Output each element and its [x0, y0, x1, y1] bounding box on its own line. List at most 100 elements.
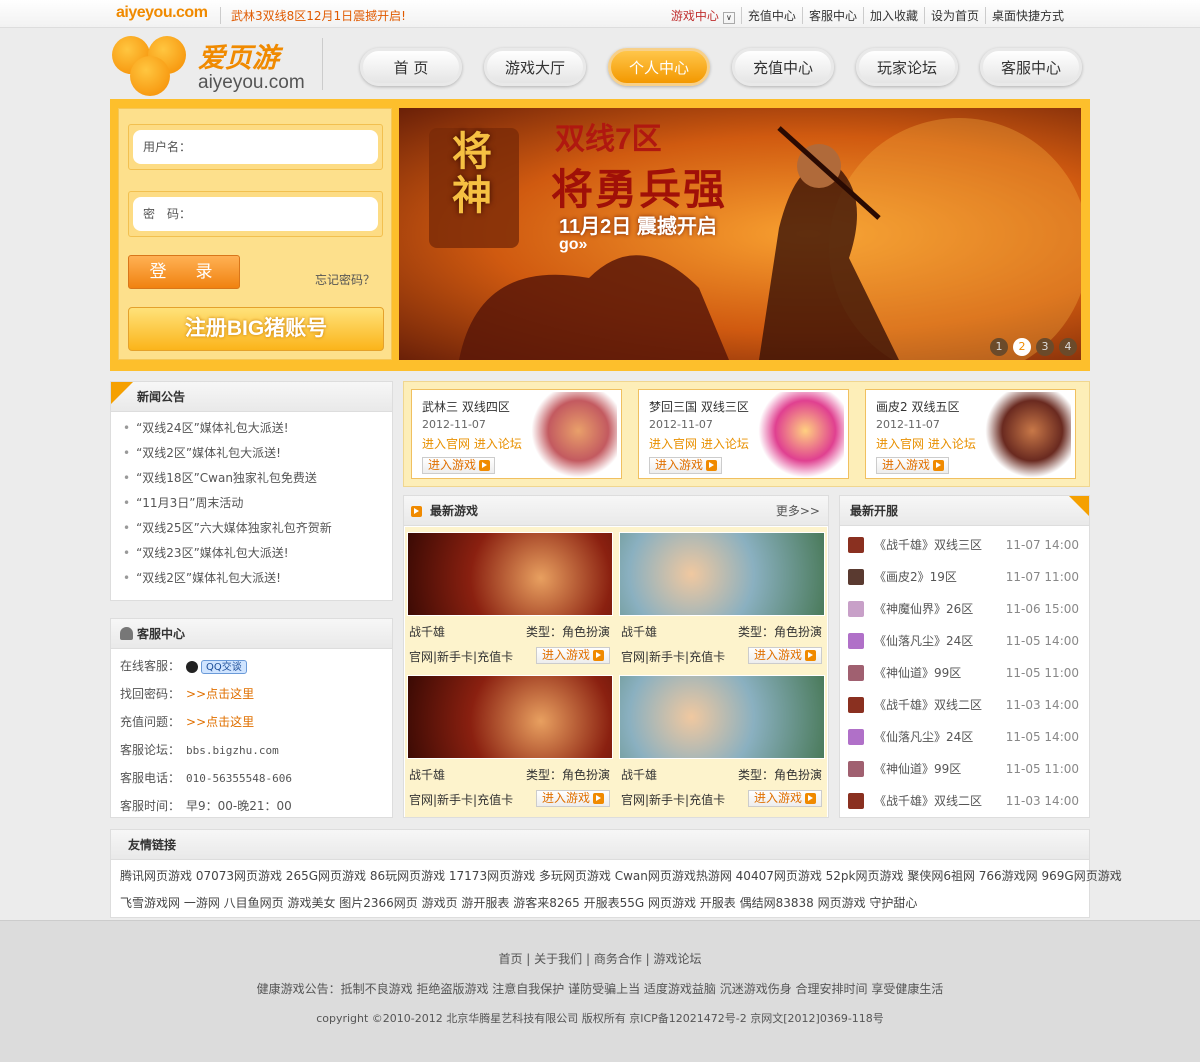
forum-url[interactable]: bbs.bigzhu.com: [186, 744, 279, 757]
login-button[interactable]: 登 录: [128, 255, 240, 289]
banner-line3: 11月2日 震撼开启: [559, 216, 717, 238]
friend-links-title: 友情链接: [128, 838, 177, 852]
user-icon: [120, 627, 133, 640]
game-thumbnail[interactable]: [407, 532, 613, 616]
enter-game-button[interactable]: 进入游戏: [876, 457, 949, 474]
nav-home[interactable]: 首 页: [360, 48, 462, 86]
news-item[interactable]: “双线25区”六大媒体独家礼包齐贺新: [111, 516, 392, 541]
enter-game-button[interactable]: 进入游戏: [422, 457, 495, 474]
news-panel: 新闻公告 “双线24区”媒体礼包大派送! “双线2区”媒体礼包大派送! “双线1…: [110, 381, 393, 601]
banner-slide[interactable]: 将神 双线7区 将勇兵强 11月2日 震撼开启 go» 1 2 3 4: [399, 108, 1081, 360]
game-links[interactable]: 官网|新手卡|充值卡: [409, 648, 513, 665]
chevron-down-icon[interactable]: ∨: [722, 12, 735, 24]
top-link-game-center[interactable]: 游戏中心 ∨: [665, 7, 741, 24]
news-item[interactable]: “双线2区”媒体礼包大派送!: [111, 441, 392, 466]
latest-games-header: 最新游戏 更多>>: [404, 496, 828, 526]
promo-character-image: [758, 392, 844, 478]
top-link-homepage[interactable]: 设为首页: [923, 7, 985, 24]
service-row-password: 找回密码： >>点击这里: [120, 687, 255, 701]
qq-chat-button[interactable]: QQ交谈: [201, 659, 247, 674]
news-item[interactable]: “双线18区”Cwan独家礼包免费送: [111, 466, 392, 491]
arrow-right-icon: [479, 460, 491, 471]
game-name[interactable]: 战千雄: [621, 623, 657, 640]
forgot-password-link[interactable]: 忘记密码？: [315, 271, 375, 288]
top-link-favorite[interactable]: 加入收藏: [862, 7, 924, 24]
promo-links[interactable]: 进入官网 进入论坛: [649, 435, 749, 452]
server-item[interactable]: 《战千雄》双线三区 11-07 14:00: [840, 529, 1089, 561]
game-thumbnail[interactable]: [619, 675, 825, 759]
latest-games-title: 最新游戏: [430, 504, 479, 518]
logo-text-en: aiyeyou.com: [198, 72, 305, 93]
news-item[interactable]: “双线2区”媒体礼包大派送!: [111, 566, 392, 591]
corner-ribbon-icon: [111, 382, 133, 404]
nav-personal-center[interactable]: 个人中心: [608, 48, 710, 86]
server-item[interactable]: 《仙落凡尘》24区 11-05 14:00: [840, 721, 1089, 753]
game-thumbnail[interactable]: [407, 675, 613, 759]
friend-links-header: 友情链接: [111, 830, 1089, 860]
game-type: 类型：角色扮演: [737, 625, 822, 639]
top-link-shortcut[interactable]: 桌面快捷方式: [984, 7, 1070, 24]
top-link-recharge[interactable]: 充值中心: [740, 7, 802, 24]
service-hours: 早9：00-晚21：00: [186, 799, 292, 813]
game-type: 类型：角色扮演: [525, 625, 610, 639]
password-field[interactable]: 密 码：: [133, 197, 378, 231]
site-logo[interactable]: 爱页游 aiyeyou.com: [110, 32, 325, 96]
promo-character-image: [985, 392, 1071, 478]
banner-page-3[interactable]: 3: [1036, 338, 1054, 356]
server-item[interactable]: 《神仙道》99区 11-05 11:00: [840, 657, 1089, 689]
enter-game-button[interactable]: 进入游戏: [536, 647, 610, 664]
logo-petal-icon: [130, 56, 170, 96]
server-item[interactable]: 《战千雄》双线二区 11-03 14:00: [840, 689, 1089, 721]
banner-page-2[interactable]: 2: [1013, 338, 1031, 356]
server-item[interactable]: 《仙落凡尘》24区 11-05 14:00: [840, 625, 1089, 657]
recharge-help-link[interactable]: >>点击这里: [186, 715, 254, 729]
banner-go-link[interactable]: go»: [559, 236, 587, 254]
server-item[interactable]: 《画皮2》19区 11-07 11:00: [840, 561, 1089, 593]
game-name[interactable]: 战千雄: [621, 766, 657, 783]
footer-copyright: copyright ©2010-2012 北京华腾星艺科技有限公司 版权所有 京…: [316, 1012, 884, 1025]
news-header: 新闻公告: [111, 382, 392, 412]
server-item[interactable]: 《战千雄》双线二区 11-03 14:00: [840, 785, 1089, 817]
nav-service[interactable]: 客服中心: [980, 48, 1082, 86]
server-list: 《战千雄》双线三区 11-07 14:00 《画皮2》19区 11-07 11:00…: [840, 526, 1089, 817]
game-avatar-icon: [848, 729, 864, 745]
game-avatar-icon: [848, 633, 864, 649]
banner-page-1[interactable]: 1: [990, 338, 1008, 356]
game-links[interactable]: 官网|新手卡|充值卡: [621, 791, 725, 808]
new-servers-panel: 最新开服 《战千雄》双线三区 11-07 14:00 《画皮2》19区 11-07 …: [839, 495, 1090, 818]
server-item[interactable]: 《神仙道》99区 11-05 11:00: [840, 753, 1089, 785]
game-type: 类型：角色扮演: [737, 768, 822, 782]
username-field[interactable]: 用户名：: [133, 130, 378, 164]
news-item[interactable]: “双线24区”媒体礼包大派送!: [111, 416, 392, 441]
nav-game-hall[interactable]: 游戏大厅: [484, 48, 586, 86]
banner-page-4[interactable]: 4: [1059, 338, 1077, 356]
promo-links[interactable]: 进入官网 进入论坛: [422, 435, 522, 452]
nav-forum[interactable]: 玩家论坛: [856, 48, 958, 86]
game-links[interactable]: 官网|新手卡|充值卡: [409, 791, 513, 808]
enter-game-button[interactable]: 进入游戏: [649, 457, 722, 474]
nav-recharge[interactable]: 充值中心: [732, 48, 834, 86]
server-item[interactable]: 《神魔仙界》26区 11-06 15:00: [840, 593, 1089, 625]
news-item[interactable]: “11月3日”周末活动: [111, 491, 392, 516]
enter-game-button[interactable]: 进入游戏: [748, 790, 822, 807]
friend-links-row[interactable]: 飞雪游戏网 一游网 八目鱼网页 游戏美女 图片2366网页 游戏页 游开服表 游…: [111, 890, 1089, 917]
friend-links-row[interactable]: 腾讯网页游戏 07073网页游戏 265G网页游戏 86玩网页游戏 17173网…: [111, 863, 1122, 890]
enter-game-button[interactable]: 进入游戏: [748, 647, 822, 664]
mini-logo[interactable]: aiyeyou.com: [116, 4, 208, 22]
find-password-link[interactable]: >>点击这里: [186, 687, 254, 701]
service-title: 客服中心: [137, 627, 186, 641]
news-item[interactable]: “双线23区”媒体礼包大派送!: [111, 541, 392, 566]
more-link[interactable]: 更多>>: [776, 496, 820, 526]
top-notice[interactable]: 武林3双线8区12月1日震撼开启!: [220, 7, 406, 24]
game-name[interactable]: 战千雄: [409, 623, 445, 640]
promo-date: 2012-11-07: [649, 418, 713, 431]
game-name[interactable]: 战千雄: [409, 766, 445, 783]
register-button[interactable]: 注册BIG猪账号: [128, 307, 384, 351]
game-thumbnail[interactable]: [619, 532, 825, 616]
game-links[interactable]: 官网|新手卡|充值卡: [621, 648, 725, 665]
promo-links[interactable]: 进入官网 进入论坛: [876, 435, 976, 452]
arrow-right-icon: [593, 650, 605, 661]
footer-links[interactable]: 首页 | 关于我们 | 商务合作 | 游戏论坛: [0, 950, 1200, 967]
enter-game-button[interactable]: 进入游戏: [536, 790, 610, 807]
top-link-service[interactable]: 客服中心: [801, 7, 863, 24]
